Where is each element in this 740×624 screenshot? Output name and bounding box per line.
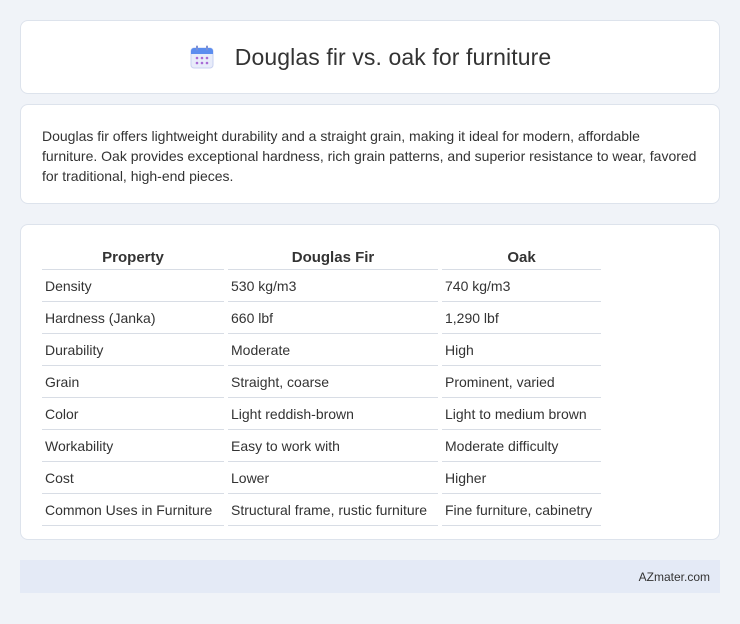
table-row: Common Uses in Furniture Structural fram… — [42, 494, 601, 526]
header-property: Property — [42, 245, 224, 270]
title-wrap: Douglas fir vs. oak for furniture — [189, 44, 551, 71]
intro-card: Douglas fir offers lightweight durabilit… — [20, 104, 720, 204]
property-cell: Workability — [42, 430, 224, 462]
oak-cell: 1,290 lbf — [442, 302, 601, 334]
page-title: Douglas fir vs. oak for furniture — [234, 43, 552, 70]
property-cell: Common Uses in Furniture — [42, 494, 224, 526]
table-row: Density 530 kg/m3 740 kg/m3 — [42, 270, 601, 302]
property-cell: Hardness (Janka) — [42, 302, 224, 334]
table-row: Durability Moderate High — [42, 334, 601, 366]
oak-cell: Fine furniture, cabinetry — [442, 494, 601, 526]
table-row: Workability Easy to work with Moderate d… — [42, 430, 601, 462]
footer-site-link[interactable]: AZmater.com — [639, 570, 710, 584]
douglas-fir-cell: 530 kg/m3 — [228, 270, 438, 302]
property-cell: Density — [42, 270, 224, 302]
oak-cell: Moderate difficulty — [442, 430, 601, 462]
header-douglas-fir: Douglas Fir — [228, 245, 438, 270]
oak-cell: Light to medium brown — [442, 398, 601, 430]
douglas-fir-cell: Structural frame, rustic furniture — [228, 494, 438, 526]
oak-cell: 740 kg/m3 — [442, 270, 601, 302]
calendar-icon — [189, 44, 215, 70]
douglas-fir-cell: Straight, coarse — [228, 366, 438, 398]
douglas-fir-cell: Easy to work with — [228, 430, 438, 462]
property-cell: Cost — [42, 462, 224, 494]
table-header-row: Property Douglas Fir Oak — [42, 245, 601, 270]
table-row: Hardness (Janka) 660 lbf 1,290 lbf — [42, 302, 601, 334]
title-card: Douglas fir vs. oak for furniture — [20, 20, 720, 94]
douglas-fir-cell: 660 lbf — [228, 302, 438, 334]
oak-cell: Prominent, varied — [442, 366, 601, 398]
property-cell: Durability — [42, 334, 224, 366]
comparison-table: Property Douglas Fir Oak Density 530 kg/… — [38, 245, 605, 526]
douglas-fir-cell: Light reddish-brown — [228, 398, 438, 430]
table-row: Cost Lower Higher — [42, 462, 601, 494]
property-cell: Grain — [42, 366, 224, 398]
oak-cell: High — [442, 334, 601, 366]
douglas-fir-cell: Lower — [228, 462, 438, 494]
douglas-fir-cell: Moderate — [228, 334, 438, 366]
header-oak: Oak — [442, 245, 601, 270]
intro-text: Douglas fir offers lightweight durabilit… — [42, 128, 697, 184]
table-row: Grain Straight, coarse Prominent, varied — [42, 366, 601, 398]
oak-cell: Higher — [442, 462, 601, 494]
table-row: Color Light reddish-brown Light to mediu… — [42, 398, 601, 430]
footer: AZmater.com — [20, 560, 720, 593]
comparison-table-card: Property Douglas Fir Oak Density 530 kg/… — [20, 224, 720, 540]
property-cell: Color — [42, 398, 224, 430]
